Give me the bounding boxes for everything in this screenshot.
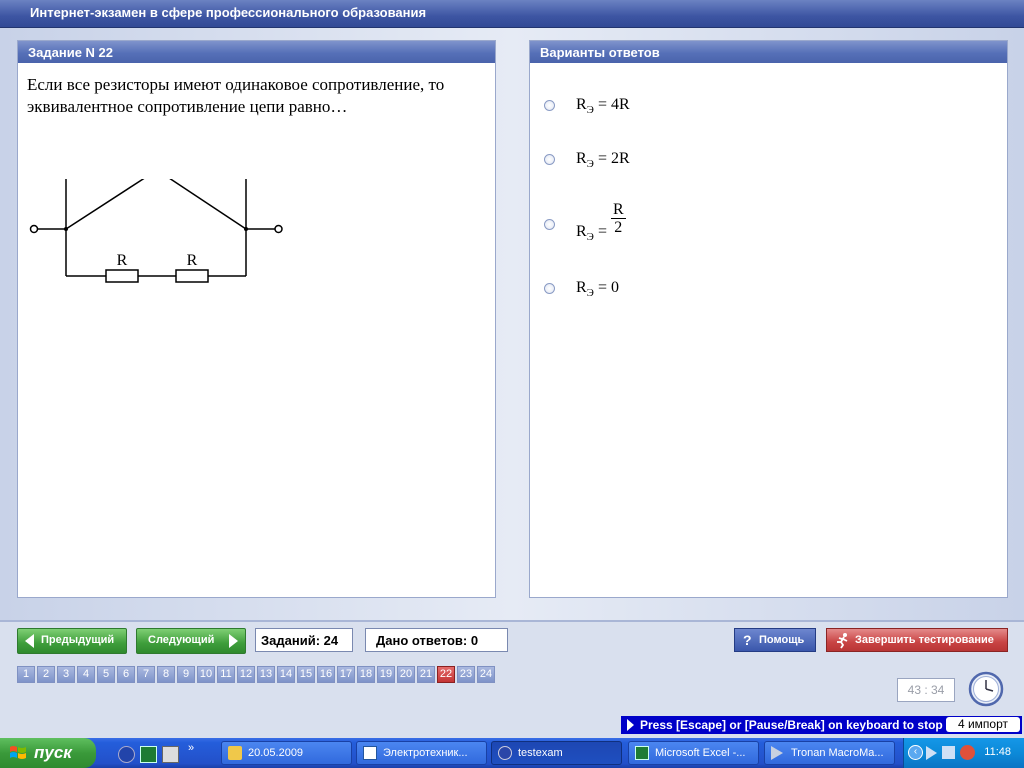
app-icon[interactable]	[118, 746, 135, 763]
page-button[interactable]: 9	[177, 666, 195, 683]
answer-formula: RЭ = 0	[576, 279, 619, 299]
clock-icon	[968, 671, 1004, 707]
next-button[interactable]: Следующий	[136, 628, 246, 654]
play-icon	[771, 746, 783, 760]
resistor-label: R	[117, 252, 128, 269]
page-button[interactable]: 3	[57, 666, 75, 683]
excel-icon[interactable]	[140, 746, 157, 763]
page-button[interactable]: 24	[477, 666, 495, 683]
taskbar-item[interactable]: Tronan MacroMa...	[764, 741, 895, 765]
answers-panel: Варианты ответов RЭ = 4R RЭ = 2R RЭ = R …	[529, 40, 1008, 598]
running-man-icon	[837, 633, 848, 649]
answer-formula: RЭ = R 2	[576, 201, 626, 244]
chevron-right-icon[interactable]: »	[188, 742, 194, 754]
start-button[interactable]: пуск	[0, 738, 96, 768]
page-button[interactable]: 18	[357, 666, 375, 683]
page-button[interactable]: 11	[217, 666, 235, 683]
page-button[interactable]: 23	[457, 666, 475, 683]
window-title-bar: Интернет-экзамен в сфере профессионально…	[0, 0, 1024, 28]
window-title: Интернет-экзамен в сфере профессионально…	[30, 5, 427, 20]
play-icon	[627, 719, 634, 731]
previous-button[interactable]: Предыдущий	[17, 628, 127, 654]
antivirus-icon[interactable]	[960, 745, 975, 760]
task-panel: Задание N 22 Если все резисторы имеют од…	[17, 40, 496, 598]
macro-counter: 4 импорт	[946, 717, 1020, 732]
page-button[interactable]: 4	[77, 666, 95, 683]
page-button-current[interactable]: 22	[437, 666, 455, 683]
folder-icon	[228, 746, 242, 760]
radio-button[interactable]	[544, 154, 555, 165]
task-panel-header: Задание N 22	[18, 41, 495, 63]
circuit-diagram: R R R R	[29, 179, 283, 283]
app-icon	[498, 746, 512, 760]
page-button[interactable]: 16	[317, 666, 335, 683]
task-number: Задание N 22	[28, 45, 114, 60]
answers-title: Варианты ответов	[540, 45, 660, 60]
page-button[interactable]: 13	[257, 666, 275, 683]
page-button[interactable]: 14	[277, 666, 295, 683]
image-icon[interactable]	[162, 746, 179, 763]
question-mark-icon: ?	[743, 632, 752, 648]
system-tray: ‹ 11:48	[903, 738, 1024, 768]
fraction: R 2	[610, 201, 626, 236]
page-button[interactable]: 21	[417, 666, 435, 683]
radio-button[interactable]	[544, 219, 555, 230]
answers-panel-header: Варианты ответов	[530, 41, 1007, 63]
page-button[interactable]: 7	[137, 666, 155, 683]
radio-button[interactable]	[544, 100, 555, 111]
windows-logo-icon	[10, 746, 26, 759]
question-text: Если все резисторы имеют одинаковое сопр…	[27, 75, 445, 116]
taskbar-item[interactable]: 20.05.2009	[221, 741, 352, 765]
taskbar-item[interactable]: Электротехник...	[356, 741, 487, 765]
page-button[interactable]: 17	[337, 666, 355, 683]
excel-icon	[635, 746, 649, 760]
page-button[interactable]: 5	[97, 666, 115, 683]
taskbar-item[interactable]: Microsoft Excel -...	[628, 741, 759, 765]
windows-taskbar: пуск » 20.05.2009 Электротехник... teste…	[0, 738, 1024, 768]
taskbar-item-active[interactable]: testexam	[491, 741, 622, 765]
radio-button[interactable]	[544, 283, 555, 294]
answer-formula: RЭ = 2R	[576, 150, 630, 170]
finish-test-button[interactable]: Завершить тестирование	[826, 628, 1008, 652]
play-icon[interactable]	[926, 746, 937, 760]
page-button[interactable]: 19	[377, 666, 395, 683]
page-button[interactable]: 20	[397, 666, 415, 683]
word-icon	[363, 746, 377, 760]
countdown-timer: 43 : 34	[897, 678, 955, 702]
network-icon[interactable]	[942, 746, 955, 759]
resistor-label: R	[187, 252, 198, 269]
page-button[interactable]: 15	[297, 666, 315, 683]
answered-counter: Дано ответов: 0	[365, 628, 508, 652]
answer-formula: RЭ = 4R	[576, 96, 630, 116]
page-button[interactable]: 8	[157, 666, 175, 683]
page-button[interactable]: 2	[37, 666, 55, 683]
system-clock[interactable]: 11:48	[984, 746, 1011, 758]
arrow-right-icon	[229, 634, 238, 648]
chevron-left-icon[interactable]: ‹	[908, 745, 923, 760]
page-button[interactable]: 6	[117, 666, 135, 683]
page-button[interactable]: 1	[17, 666, 35, 683]
total-tasks-counter: Заданий: 24	[255, 628, 353, 652]
quick-launch: »	[112, 742, 202, 763]
page-button[interactable]: 10	[197, 666, 215, 683]
arrow-left-icon	[25, 634, 34, 648]
page-button[interactable]: 12	[237, 666, 255, 683]
help-button[interactable]: ? Помощь	[734, 628, 816, 652]
macro-status-bar: Press [Escape] or [Pause/Break] on keybo…	[621, 716, 1022, 734]
